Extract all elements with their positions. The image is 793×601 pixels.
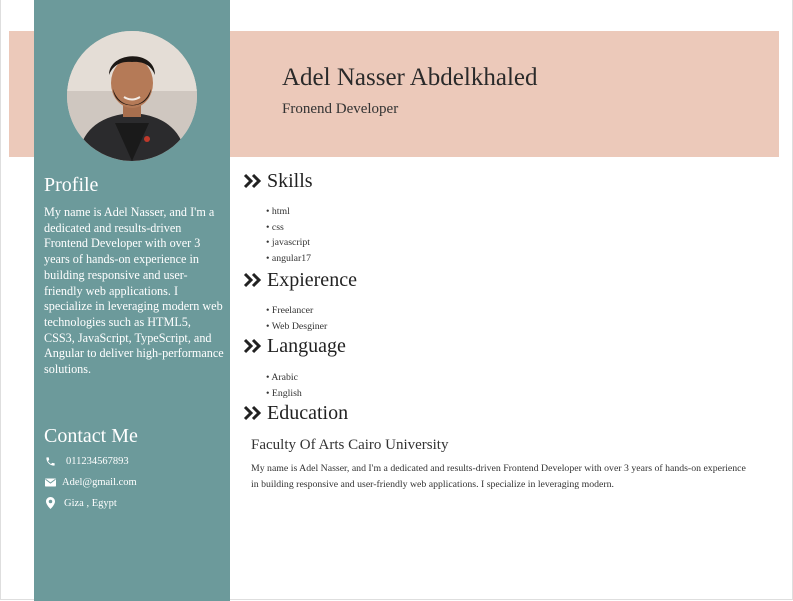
avatar bbox=[67, 31, 197, 161]
contact-location: Giza , Egypt bbox=[44, 497, 117, 509]
language-section-heading: Language bbox=[243, 335, 346, 357]
location-text: Giza , Egypt bbox=[64, 497, 117, 509]
double-chevron-right-icon bbox=[243, 338, 263, 354]
map-pin-icon bbox=[44, 497, 56, 509]
experience-item: Freelancer bbox=[266, 303, 327, 319]
double-chevron-right-icon bbox=[243, 173, 263, 189]
education-heading: Education bbox=[267, 402, 349, 424]
contact-email[interactable]: Adel@gmail.com bbox=[44, 476, 137, 488]
skill-item: css bbox=[266, 220, 311, 236]
experience-item: Web Desginer bbox=[266, 319, 328, 335]
phone-icon bbox=[44, 455, 56, 467]
contact-heading: Contact Me bbox=[44, 425, 138, 447]
education-description: My name is Adel Nasser, and I'm a dedica… bbox=[251, 463, 746, 490]
profile-text: My name is Adel Nasser, and I'm a dedica… bbox=[44, 205, 224, 377]
email-text: Adel@gmail.com bbox=[62, 476, 137, 488]
experience-heading: Expierence bbox=[267, 269, 357, 291]
skill-item: javascript bbox=[266, 235, 311, 251]
education-title: Faculty Of Arts Cairo University bbox=[251, 437, 449, 453]
skill-item: angular17 bbox=[266, 251, 311, 267]
person-name: Adel Nasser Abdelkhaled bbox=[282, 64, 538, 91]
skill-item: html bbox=[266, 204, 311, 220]
contact-phone[interactable]: 011234567893 bbox=[44, 455, 129, 467]
envelope-icon bbox=[44, 476, 56, 488]
experience-section-heading: Expierence bbox=[243, 269, 357, 291]
double-chevron-right-icon bbox=[243, 405, 263, 421]
skills-section-heading: Skills bbox=[243, 170, 313, 192]
phone-text: 011234567893 bbox=[66, 455, 129, 467]
language-item: English bbox=[266, 386, 302, 402]
job-title: Fronend Developer bbox=[282, 101, 399, 117]
profile-heading: Profile bbox=[44, 174, 99, 196]
skills-heading: Skills bbox=[267, 170, 313, 192]
double-chevron-right-icon bbox=[243, 272, 263, 288]
experience-list: Freelancer Web Desginer bbox=[266, 303, 328, 335]
language-heading: Language bbox=[267, 335, 346, 357]
language-list: Arabic English bbox=[266, 370, 302, 402]
sidebar: Profile My name is Adel Nasser, and I'm … bbox=[34, 0, 230, 601]
education-section-heading: Education bbox=[243, 402, 348, 424]
language-item: Arabic bbox=[266, 370, 302, 386]
skills-list: html css javascript angular17 bbox=[266, 204, 311, 266]
